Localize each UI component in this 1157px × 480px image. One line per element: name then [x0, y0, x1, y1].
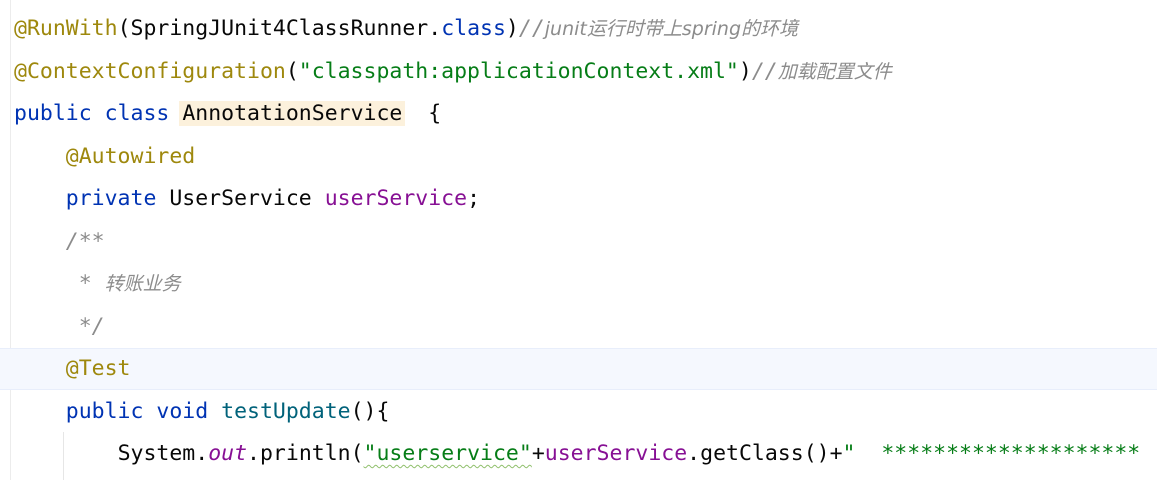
dot-token: .: [687, 441, 701, 466]
code-line-runwith[interactable]: @RunWith(SpringJUnit4ClassRunner.class)/…: [14, 8, 798, 50]
doc-comment-close: */: [78, 314, 105, 339]
type-reference: UserService: [169, 186, 312, 211]
paren-token: (: [350, 441, 364, 466]
paren-token: ): [505, 16, 519, 41]
dot-token: .: [195, 441, 209, 466]
code-line-contextconfiguration[interactable]: @ContextConfiguration("classpath:applica…: [14, 51, 892, 93]
keyword-class: class: [104, 101, 170, 126]
code-line-test-annotation[interactable]: @Test: [14, 348, 131, 390]
annotation-token: @Autowired: [65, 144, 196, 169]
annotation-token: @Test: [65, 356, 131, 381]
plus-operator: +: [531, 441, 545, 466]
open-brace: {: [428, 101, 442, 126]
code-editor[interactable]: @RunWith(SpringJUnit4ClassRunner.class)/…: [0, 0, 1157, 480]
keyword-class: class: [441, 16, 506, 41]
keyword-void: void: [156, 399, 209, 424]
code-line-println[interactable]: System.out.println("userservice"+userSer…: [14, 433, 1141, 475]
dot-token: .: [247, 441, 260, 466]
string-literal-truncated: " ********************: [842, 441, 1141, 466]
keyword-public: public: [14, 101, 92, 126]
method-call: println: [259, 441, 351, 466]
code-line-doc-open[interactable]: /**: [14, 221, 105, 263]
method-call: getClass: [700, 441, 804, 466]
code-line-method-declaration[interactable]: public void testUpdate(){: [14, 391, 390, 433]
annotation-token: @RunWith: [14, 16, 118, 41]
dot-token: .: [428, 16, 442, 41]
annotation-token: @ContextConfiguration: [14, 59, 286, 84]
parens-token: (): [350, 399, 377, 424]
open-brace: {: [376, 399, 390, 424]
code-line-field-declaration[interactable]: private UserService userService;: [14, 178, 480, 220]
plus-operator: +: [829, 441, 843, 466]
keyword-public: public: [65, 399, 144, 424]
paren-token: (: [285, 59, 299, 84]
paren-token: ): [738, 59, 752, 84]
comment-slashes: //: [518, 16, 545, 41]
doc-comment-star: *: [78, 271, 92, 296]
class-name-declaration[interactable]: AnnotationService: [179, 101, 406, 126]
current-line-highlight: [0, 348, 1157, 390]
code-line-autowired[interactable]: @Autowired: [14, 136, 195, 178]
string-literal: "userservice": [363, 441, 532, 466]
method-name: testUpdate: [221, 399, 351, 424]
semicolon: ;: [467, 186, 481, 211]
static-field: out: [208, 441, 248, 466]
line-comment: junit运行时带上spring的环境: [544, 18, 799, 40]
class-reference: System: [117, 441, 196, 466]
class-reference: SpringJUnit4ClassRunner: [130, 16, 429, 41]
code-line-doc-body[interactable]: * 转账业务: [14, 263, 181, 305]
doc-comment-text: 转账业务: [104, 273, 181, 295]
doc-comment-open: /**: [65, 229, 105, 254]
keyword-private: private: [65, 186, 157, 211]
field-reference: userService: [544, 441, 688, 466]
paren-token: (: [117, 16, 131, 41]
code-line-class-declaration[interactable]: public class AnnotationService {: [14, 93, 441, 135]
field-name: userService: [324, 186, 468, 211]
comment-slashes: //: [751, 59, 778, 84]
line-comment: 加载配置文件: [777, 61, 892, 83]
call-parens: (): [803, 441, 830, 466]
code-line-doc-close[interactable]: */: [14, 306, 105, 348]
string-literal: "classpath:applicationContext.xml": [298, 59, 739, 84]
gutter-divider: [10, 0, 11, 480]
